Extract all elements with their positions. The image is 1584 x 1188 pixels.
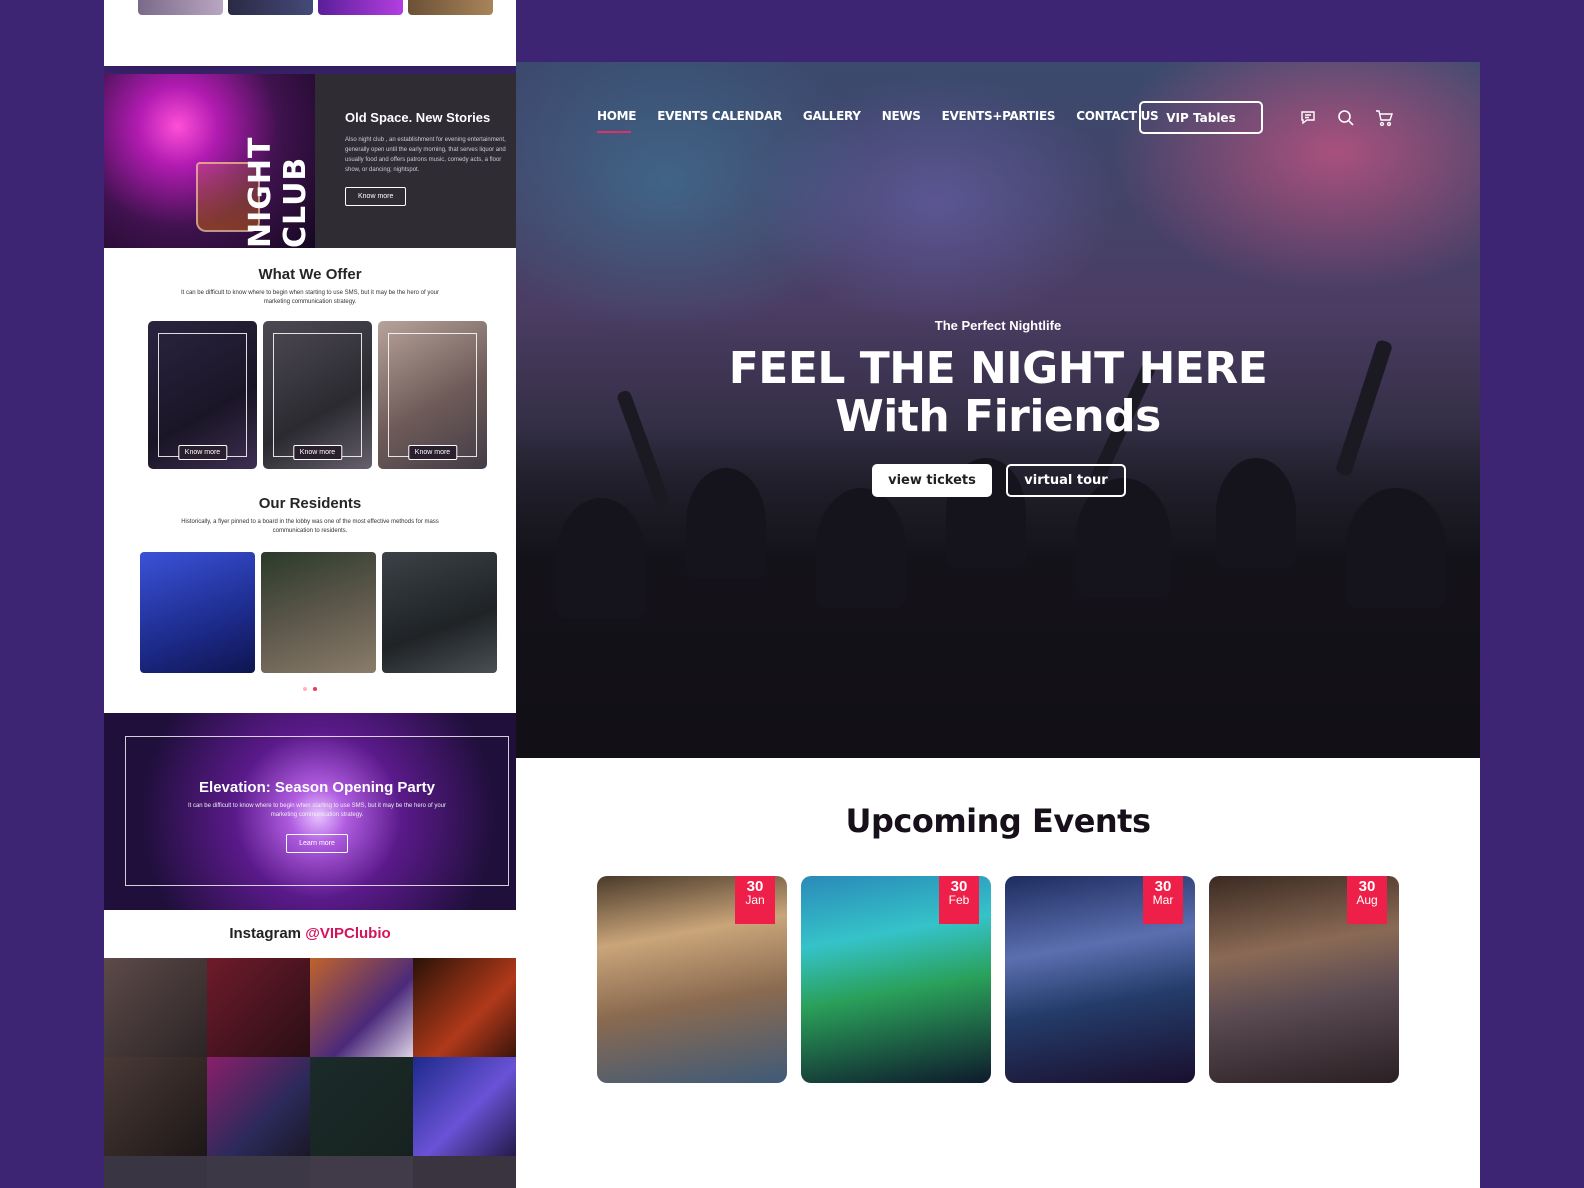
- event-date-badge: 30 Mar: [1143, 876, 1183, 924]
- card-frame: [388, 333, 477, 457]
- event-date-badge: 30 Jan: [735, 876, 775, 924]
- view-tickets-button[interactable]: view tickets: [872, 464, 992, 497]
- upcoming-events-section: Upcoming Events 30 Jan 30 Feb 30 Mar 30 …: [516, 758, 1480, 1188]
- event-card[interactable]: 30 Aug: [1209, 876, 1399, 1083]
- top-gallery-strip: [104, 0, 516, 66]
- card-frame: [273, 333, 362, 457]
- nav-events-calendar[interactable]: EVENTS CALENDAR: [657, 109, 782, 129]
- hero-title: FEEL THE NIGHT HERE With Firiends: [516, 345, 1480, 441]
- left-mockup-column: NIGHT CLUB Old Space. New Stories Also n…: [104, 0, 516, 1188]
- event-card[interactable]: 30 Feb: [801, 876, 991, 1083]
- strip-image: [318, 0, 403, 15]
- strip-image: [408, 0, 493, 15]
- cocktail-image: NIGHT CLUB: [104, 74, 315, 248]
- night-club-text: Old Space. New Stories Also night club ,…: [315, 74, 516, 248]
- instagram-label: Instagram: [229, 925, 302, 942]
- event-day: 30: [950, 878, 968, 895]
- offer-card[interactable]: Know more: [378, 321, 487, 469]
- main-page: HOME EVENTS CALENDAR GALLERY NEWS EVENTS…: [516, 62, 1480, 1188]
- hero-kicker: The Perfect Nightlife: [934, 318, 1062, 333]
- offer-card-button[interactable]: Know more: [292, 445, 343, 460]
- event-card[interactable]: 30 Mar: [1005, 876, 1195, 1083]
- instagram-photo[interactable]: [104, 958, 207, 1057]
- offer-card-button[interactable]: Know more: [177, 445, 228, 460]
- night-club-title: Old Space. New Stories: [345, 110, 491, 125]
- offer-card[interactable]: Know more: [263, 321, 372, 469]
- instagram-photo[interactable]: [207, 1156, 310, 1188]
- party-title: Elevation: Season Opening Party: [199, 779, 435, 796]
- hero-title-line1: FEEL THE NIGHT HERE: [728, 343, 1268, 394]
- hero-title-line2: With Firiends: [835, 391, 1161, 442]
- residents-title: Our Residents: [258, 495, 362, 512]
- instagram-photo[interactable]: [310, 1156, 413, 1188]
- strip-image: [138, 0, 223, 15]
- instagram-photo[interactable]: [104, 1156, 207, 1188]
- event-date-badge: 30 Feb: [939, 876, 979, 924]
- instagram-photo[interactable]: [310, 958, 413, 1057]
- nav-gallery[interactable]: GALLERY: [803, 109, 861, 129]
- event-month: Aug: [1356, 893, 1378, 907]
- party-learn-more-button[interactable]: Learn more: [286, 834, 348, 853]
- offer-subtitle: It can be difficult to know where to beg…: [180, 290, 440, 305]
- party-subtitle: It can be difficult to know where to beg…: [187, 803, 447, 818]
- cart-icon[interactable]: [1374, 108, 1394, 128]
- offer-card[interactable]: Know more: [148, 321, 257, 469]
- resident-photo[interactable]: [261, 552, 376, 673]
- chat-icon[interactable]: [1298, 108, 1318, 128]
- night-club-body: Also night club , an establishment for e…: [345, 137, 506, 173]
- event-day: 30: [1358, 878, 1376, 895]
- instagram-handle[interactable]: @VIPClubio: [305, 925, 390, 942]
- resident-photo[interactable]: [382, 552, 497, 673]
- upcoming-events-title: Upcoming Events: [845, 802, 1151, 840]
- virtual-tour-button[interactable]: virtual tour: [1006, 464, 1126, 497]
- instagram-photo[interactable]: [104, 1057, 207, 1156]
- night-club-section: NIGHT CLUB Old Space. New Stories Also n…: [104, 74, 516, 248]
- vip-tables-button[interactable]: VIP Tables: [1139, 101, 1263, 134]
- search-icon[interactable]: [1336, 108, 1356, 128]
- main-nav: HOME EVENTS CALENDAR GALLERY NEWS EVENTS…: [597, 109, 1179, 133]
- event-month: Feb: [948, 893, 970, 907]
- instagram-photo[interactable]: [413, 1156, 516, 1188]
- instagram-grid: [104, 958, 516, 1188]
- residents-pagination[interactable]: [104, 687, 516, 691]
- resident-photo[interactable]: [140, 552, 255, 673]
- nav-events-parties[interactable]: EVENTS+PARTIES: [942, 109, 1056, 129]
- offer-card-button[interactable]: Know more: [407, 445, 458, 460]
- card-frame: [158, 333, 247, 457]
- pagination-dot-active[interactable]: [313, 687, 317, 691]
- nav-news[interactable]: NEWS: [882, 109, 921, 129]
- party-frame: Elevation: Season Opening Party It can b…: [125, 736, 509, 886]
- instagram-photo[interactable]: [207, 1057, 310, 1156]
- instagram-photo[interactable]: [207, 958, 310, 1057]
- event-day: 30: [746, 878, 764, 895]
- party-banner: Elevation: Season Opening Party It can b…: [104, 713, 516, 910]
- residents-subtitle: Historically, a flyer pinned to a board …: [181, 519, 439, 534]
- offer-title: What We Offer: [258, 266, 362, 283]
- event-month: Jan: [745, 893, 765, 907]
- instagram-photo[interactable]: [413, 1057, 516, 1156]
- night-club-label: NIGHT CLUB: [243, 136, 313, 248]
- strip-image: [228, 0, 313, 15]
- event-date-badge: 30 Aug: [1347, 876, 1387, 924]
- event-month: Mar: [1152, 893, 1174, 907]
- event-card[interactable]: 30 Jan: [597, 876, 787, 1083]
- instagram-header: Instagram @VIPClubio: [104, 910, 516, 958]
- hero-text: The Perfect Nightlife FEEL THE NIGHT HER…: [516, 318, 1480, 441]
- hero-section: HOME EVENTS CALENDAR GALLERY NEWS EVENTS…: [516, 62, 1480, 758]
- hero-buttons: view tickets virtual tour: [872, 464, 1126, 497]
- night-club-know-more-button[interactable]: Know more: [345, 187, 407, 206]
- what-we-offer-section: What We Offer It can be difficult to kno…: [104, 248, 516, 713]
- nav-home[interactable]: HOME: [597, 109, 636, 133]
- pagination-dot[interactable]: [303, 687, 307, 691]
- event-day: 30: [1154, 878, 1172, 895]
- instagram-photo[interactable]: [310, 1057, 413, 1156]
- instagram-photo[interactable]: [413, 958, 516, 1057]
